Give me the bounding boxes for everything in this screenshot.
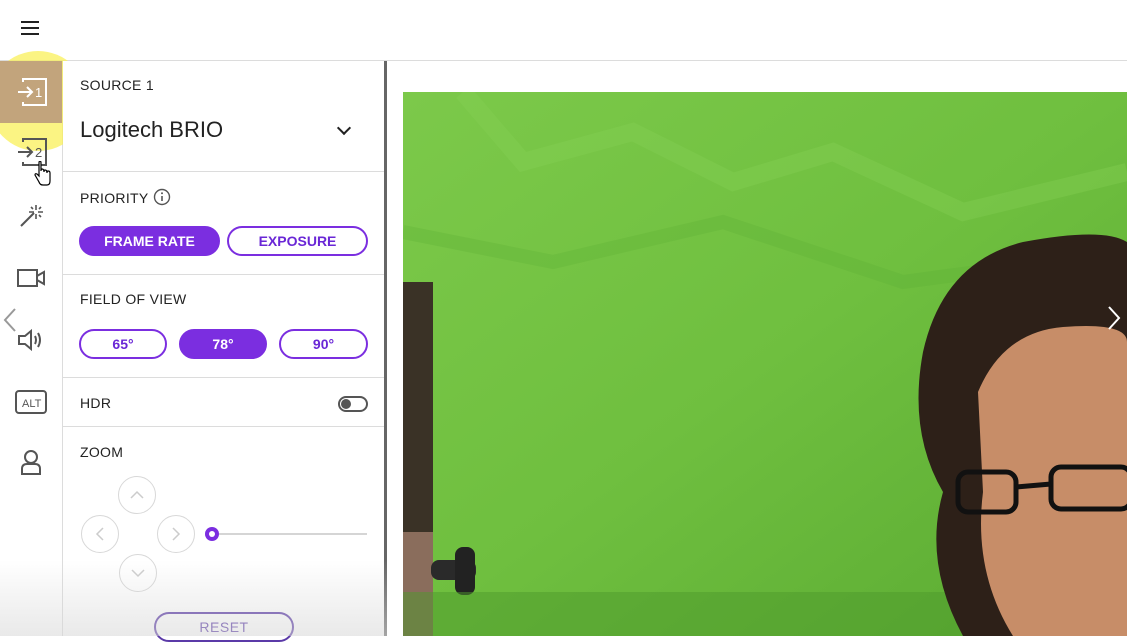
camera-preview: [403, 92, 1127, 636]
pan-left-button[interactable]: [81, 515, 119, 553]
pan-right-button[interactable]: [157, 515, 195, 553]
source-1-label: 1: [35, 85, 42, 100]
priority-section: PRIORITY FRAME RATE EXPOSURE: [63, 172, 384, 275]
pan-down-button[interactable]: [119, 554, 157, 592]
hdr-title: HDR: [80, 395, 112, 411]
frame-rate-button[interactable]: FRAME RATE: [79, 226, 220, 256]
menu-icon[interactable]: [21, 21, 39, 35]
zoom-title: ZOOM: [80, 444, 124, 460]
chevron-down-icon: [131, 569, 145, 578]
source-title: SOURCE 1: [80, 77, 154, 93]
chevron-up-icon: [130, 490, 144, 499]
speaker-icon: [18, 328, 41, 352]
sidebar-item-account[interactable]: [0, 431, 62, 493]
settings-panel: SOURCE 1 Logitech BRIO PRIORITY FRAME RA…: [63, 61, 384, 642]
hdr-toggle-knob: [341, 399, 351, 409]
sidebar-item-camera[interactable]: [0, 247, 62, 309]
camera-preview-image: [403, 92, 1127, 636]
zoom-slider-track[interactable]: [211, 533, 367, 535]
sidebar-item-alt[interactable]: ALT: [0, 371, 62, 433]
top-bar: [0, 0, 1127, 61]
collapse-arrow-icon[interactable]: [2, 307, 18, 333]
info-icon[interactable]: [153, 188, 171, 206]
fov-90-button[interactable]: 90°: [279, 329, 368, 359]
reset-button[interactable]: RESET: [154, 612, 294, 642]
source-1-icon: 1: [18, 78, 47, 106]
sidebar-item-source-2[interactable]: 2: [0, 123, 62, 181]
sidebar-item-effects[interactable]: [0, 185, 62, 247]
zoom-slider-thumb[interactable]: [205, 527, 219, 541]
next-arrow-icon[interactable]: [1106, 305, 1122, 331]
sidebar-item-source-1[interactable]: 1: [0, 61, 62, 123]
field-of-view-section: FIELD OF VIEW 65° 78° 90°: [63, 275, 384, 378]
fov-78-button[interactable]: 78°: [179, 329, 267, 359]
chevron-left-icon: [95, 527, 104, 541]
chevron-down-icon[interactable]: [336, 120, 352, 136]
camera-icon: [17, 269, 45, 287]
priority-title: PRIORITY: [80, 190, 149, 206]
source-section: SOURCE 1 Logitech BRIO: [63, 61, 384, 172]
chevron-right-icon: [172, 527, 181, 541]
mouse-cursor-icon: [34, 161, 51, 186]
pan-up-button[interactable]: [118, 476, 156, 514]
source-2-label: 2: [35, 145, 42, 160]
hdr-toggle[interactable]: [338, 396, 368, 412]
magic-wand-icon: [20, 205, 43, 227]
hdr-section: HDR: [63, 378, 384, 427]
sidebar-rail: 1 2 ALT: [0, 51, 88, 636]
source-device-select[interactable]: Logitech BRIO: [80, 117, 223, 143]
fov-65-button[interactable]: 65°: [79, 329, 167, 359]
alt-icon: ALT: [15, 390, 47, 414]
exposure-button[interactable]: EXPOSURE: [227, 226, 368, 256]
field-of-view-title: FIELD OF VIEW: [80, 291, 187, 307]
alt-label: ALT: [22, 398, 42, 410]
user-icon: [21, 450, 41, 475]
